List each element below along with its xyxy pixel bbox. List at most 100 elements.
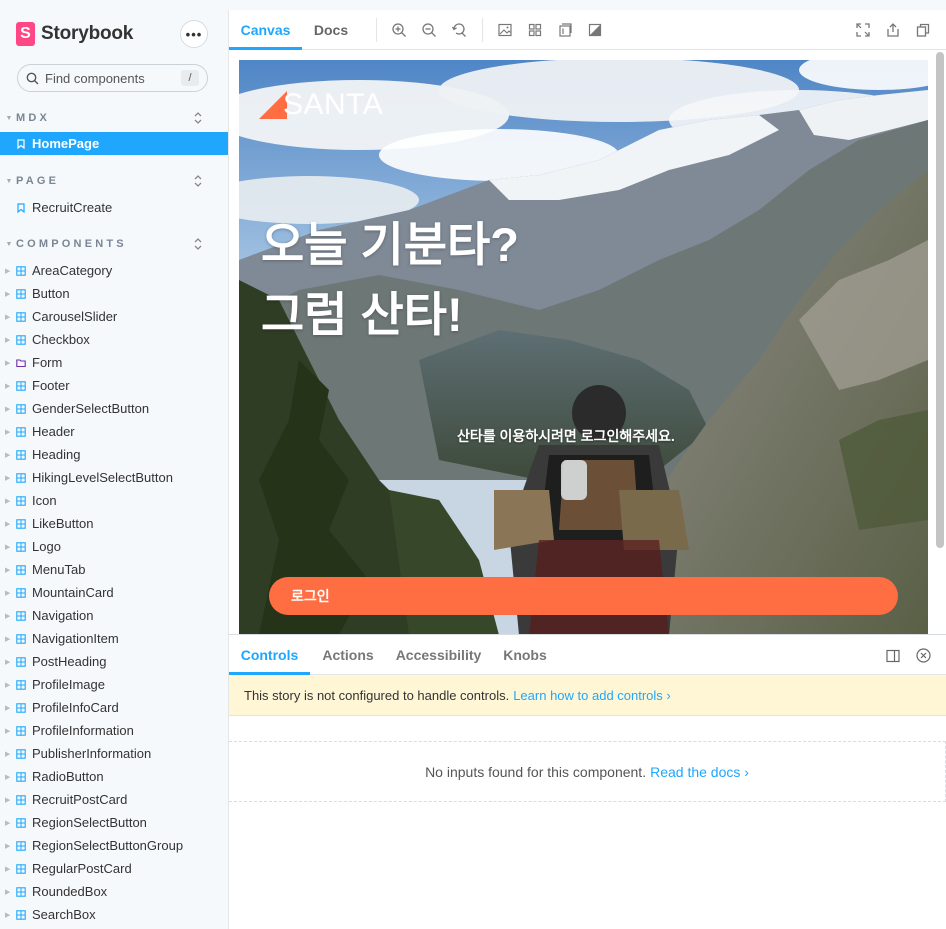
component-icon	[16, 518, 26, 529]
sidebar-item-button[interactable]: ▶ Button	[0, 282, 228, 305]
panel-orientation-icon[interactable]	[886, 649, 900, 663]
expand-arrow-icon: ▶	[5, 382, 11, 390]
search-input[interactable]	[45, 70, 170, 86]
sidebar-item-checkbox[interactable]: ▶ Checkbox	[0, 328, 228, 351]
sidebar-item-recruitcreate[interactable]: RecruitCreate	[0, 196, 228, 219]
sidebar-item-icon[interactable]: ▶ Icon	[0, 489, 228, 512]
sidebar-item-genderselectbutton[interactable]: ▶ GenderSelectButton	[0, 397, 228, 420]
read-docs-link[interactable]: Read the docs ›	[650, 764, 749, 780]
close-icon[interactable]	[916, 648, 931, 663]
sidebar-item-label: PostHeading	[32, 654, 107, 669]
share-icon[interactable]	[885, 22, 901, 38]
component-icon	[16, 288, 26, 299]
background-image-icon[interactable]	[497, 22, 513, 38]
sidebar-item-navigationitem[interactable]: ▶ NavigationItem	[0, 627, 228, 650]
component-icon	[16, 334, 26, 345]
zoom-reset-icon[interactable]	[451, 22, 467, 38]
sidebar-item-navigation[interactable]: ▶ Navigation	[0, 604, 228, 627]
zoom-in-icon[interactable]	[391, 22, 407, 38]
sidebar-item-header[interactable]: ▶ Header	[0, 420, 228, 443]
sidebar-item-regularpostcard[interactable]: ▶ RegularPostCard	[0, 857, 228, 880]
preview-scrollbar[interactable]	[936, 52, 944, 548]
sidebar-item-label: HomePage	[32, 136, 100, 151]
sidebar-item-label: LikeButton	[32, 516, 94, 531]
sidebar-item-searchbox[interactable]: ▶ SearchBox	[0, 903, 228, 926]
sidebar-item-areacategory[interactable]: ▶ AreaCategory	[0, 259, 228, 282]
sidebar-item-radiobutton[interactable]: ▶ RadioButton	[0, 765, 228, 788]
section-header-page[interactable]: ▼ PAGE	[0, 172, 228, 190]
expand-arrow-icon: ▶	[5, 612, 11, 620]
search-icon	[26, 72, 39, 84]
expand-arrow-icon: ▶	[5, 658, 11, 666]
caret-down-icon: ▼	[5, 240, 13, 248]
component-icon	[16, 840, 26, 851]
contrast-icon[interactable]	[587, 22, 603, 38]
expand-arrow-icon: ▶	[5, 359, 11, 367]
sidebar-item-label: RegionSelectButton	[32, 815, 147, 830]
sidebar-item-postheading[interactable]: ▶ PostHeading	[0, 650, 228, 673]
expand-collapse-icon[interactable]	[192, 236, 204, 252]
component-icon	[16, 610, 26, 621]
section-title: PAGE	[16, 175, 60, 187]
sidebar-item-menutab[interactable]: ▶ MenuTab	[0, 558, 228, 581]
sidebar-item-label: Form	[32, 355, 63, 370]
grid-icon[interactable]	[527, 22, 543, 38]
expand-arrow-icon: ▶	[5, 336, 11, 344]
sidebar-item-mountaincard[interactable]: ▶ MountainCard	[0, 581, 228, 604]
sidebar-item-carouselslider[interactable]: ▶ CarouselSlider	[0, 305, 228, 328]
sidebar-item-label: AreaCategory	[32, 263, 113, 278]
sidebar-item-publisherinformation[interactable]: ▶ PublisherInformation	[0, 742, 228, 765]
expand-collapse-icon[interactable]	[192, 110, 204, 126]
section-header-components[interactable]: ▼ COMPONENTS	[0, 235, 228, 253]
sidebar-item-label: RadioButton	[32, 769, 104, 784]
settings-menu-button[interactable]: •••	[180, 20, 208, 48]
search-box[interactable]: /	[17, 64, 208, 92]
sidebar-item-regionselectbutton[interactable]: ▶ RegionSelectButton	[0, 811, 228, 834]
sidebar-item-roundedbox[interactable]: ▶ RoundedBox	[0, 880, 228, 903]
sidebar-item-label: Navigation	[32, 608, 94, 623]
tab-docs[interactable]: Docs	[302, 10, 360, 50]
expand-arrow-icon: ▶	[5, 566, 11, 574]
sidebar-item-profileinfocard[interactable]: ▶ ProfileInfoCard	[0, 696, 228, 719]
tab-knobs[interactable]: Knobs	[491, 635, 559, 675]
sidebar-item-form[interactable]: ▶ Form	[0, 351, 228, 374]
viewport-icon[interactable]	[557, 22, 573, 38]
tab-controls[interactable]: Controls	[229, 635, 310, 675]
sidebar-item-regionselectbuttongroup[interactable]: ▶ RegionSelectButtonGroup	[0, 834, 228, 857]
toolbar-divider	[482, 18, 483, 42]
copy-link-icon[interactable]	[915, 22, 931, 38]
component-icon	[16, 587, 26, 598]
sidebar-item-hikinglevelselectbutton[interactable]: ▶ HikingLevelSelectButton	[0, 466, 228, 489]
tab-canvas[interactable]: Canvas	[229, 10, 302, 50]
login-button[interactable]: 로그인	[269, 577, 898, 615]
component-icon	[16, 633, 26, 644]
expand-arrow-icon: ▶	[5, 865, 11, 873]
sidebar-item-label: HikingLevelSelectButton	[32, 470, 173, 485]
storybook-brand[interactable]: S Storybook	[16, 22, 133, 46]
sidebar-item-label: Heading	[32, 447, 81, 462]
caret-down-icon: ▼	[5, 177, 13, 185]
section-header-mdx[interactable]: ▼ MDX	[0, 109, 228, 127]
sidebar-item-likebutton[interactable]: ▶ LikeButton	[0, 512, 228, 535]
expand-arrow-icon: ▶	[5, 681, 11, 689]
sidebar-item-heading[interactable]: ▶ Heading	[0, 443, 228, 466]
sidebar-item-logo[interactable]: ▶ Logo	[0, 535, 228, 558]
sidebar-item-recruitpostcard[interactable]: ▶ RecruitPostCard	[0, 788, 228, 811]
expand-arrow-icon: ▶	[5, 474, 11, 482]
learn-controls-link[interactable]: Learn how to add controls ›	[513, 688, 671, 703]
sidebar-item-label: Checkbox	[32, 332, 90, 347]
sidebar-item-label: RegularPostCard	[32, 861, 132, 876]
sidebar-item-homepage[interactable]: HomePage	[0, 132, 228, 155]
sidebar-item-profileimage[interactable]: ▶ ProfileImage	[0, 673, 228, 696]
fullscreen-icon[interactable]	[855, 22, 871, 38]
component-icon	[16, 403, 26, 414]
expand-arrow-icon: ▶	[5, 704, 11, 712]
sidebar-item-footer[interactable]: ▶ Footer	[0, 374, 228, 397]
zoom-out-icon[interactable]	[421, 22, 437, 38]
tab-actions[interactable]: Actions	[310, 635, 386, 675]
sidebar-item-profileinformation[interactable]: ▶ ProfileInformation	[0, 719, 228, 742]
main-panel: Canvas Docs SANTA 오늘 기분타? 그럼 산타! 산타를 이용하…	[228, 10, 946, 929]
search-shortcut-badge: /	[181, 70, 199, 86]
tab-accessibility[interactable]: Accessibility	[386, 635, 491, 675]
expand-collapse-icon[interactable]	[192, 173, 204, 189]
